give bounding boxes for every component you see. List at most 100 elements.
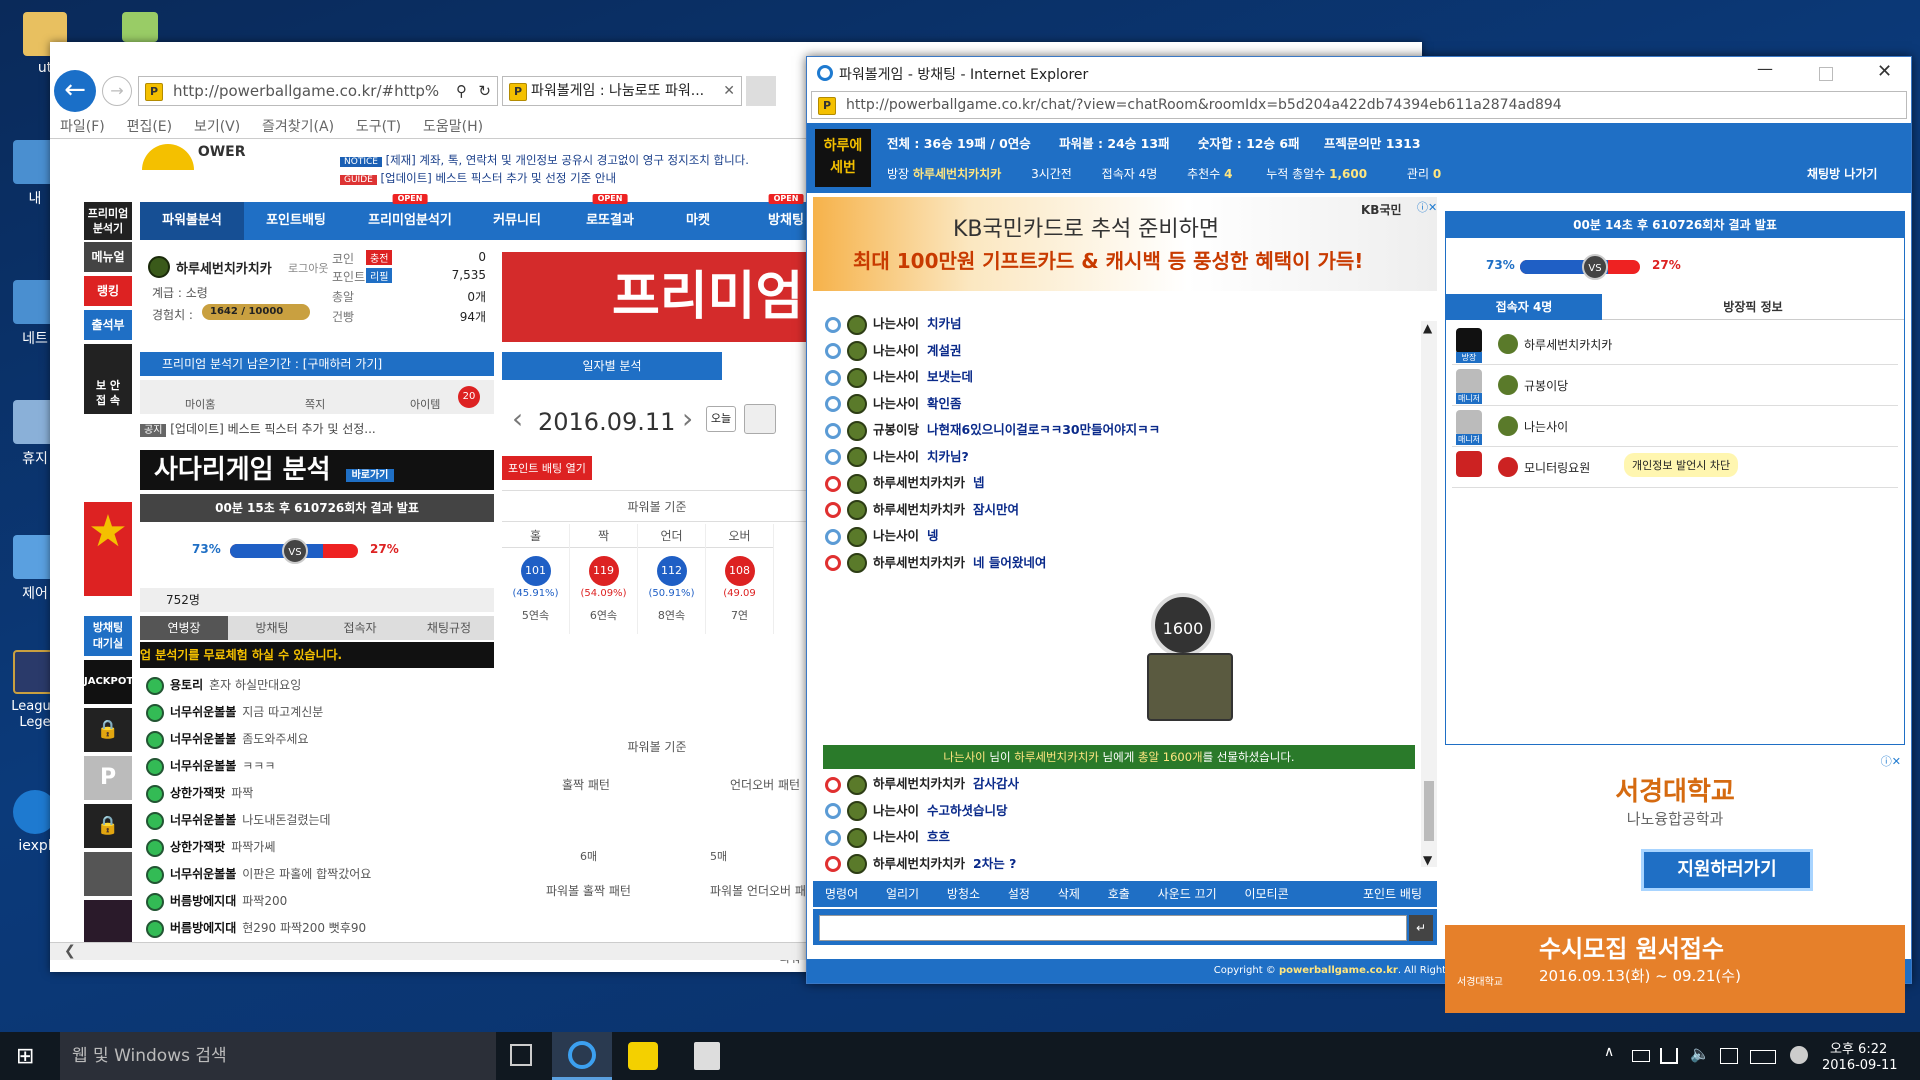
univ-apply-button[interactable]: 지원하러가기: [1641, 849, 1813, 891]
tool-point-bet[interactable]: 포인트 배팅: [1363, 881, 1422, 907]
message-nick[interactable]: 규봉이당: [873, 422, 919, 437]
premium-banner[interactable]: 프리미엄: [502, 252, 812, 342]
clock-time[interactable]: 오후 6:22: [1830, 1038, 1887, 1057]
message-nick[interactable]: 나는사이: [873, 369, 919, 384]
menu-edit[interactable]: 편집(E): [127, 119, 173, 135]
send-button[interactable]: ↵: [1409, 915, 1433, 941]
daily-tab[interactable]: 일자별 분석: [502, 352, 722, 380]
tray-battery-icon[interactable]: [1632, 1050, 1650, 1062]
chat-address-bar[interactable]: P http://powerballgame.co.kr/chat/?view=…: [811, 91, 1907, 119]
chat-nick[interactable]: 너무쉬운볼볼: [170, 732, 236, 746]
kb-ad-banner[interactable]: KB국민카드로 추석 준비하면 최대 100만원 기프트카드 & 캐시백 등 풍…: [813, 197, 1437, 291]
refresh-icon[interactable]: ↻: [478, 77, 491, 105]
user-list-item[interactable]: 모니터링요원 개인정보 발언시 차단: [1452, 447, 1898, 488]
message-nick[interactable]: 나는사이: [873, 396, 919, 411]
tool-settings[interactable]: 설정: [1008, 881, 1030, 907]
chat-input[interactable]: [819, 915, 1407, 941]
chat-tab-rooms[interactable]: 방채팅: [228, 616, 316, 640]
menu-tools[interactable]: 도구(T): [356, 119, 401, 135]
maximize-button[interactable]: [1819, 67, 1833, 81]
forward-button[interactable]: →: [102, 76, 132, 106]
guide-line[interactable]: GUIDE [업데이트] 베스트 픽스터 추가 및 선정 기준 안내: [340, 170, 616, 186]
user-list-item[interactable]: 방장 하루세번치카치카: [1452, 324, 1898, 365]
avatar-room-icon[interactable]: [84, 852, 132, 896]
taskbar-kakaotalk-icon[interactable]: [628, 1042, 658, 1070]
tray-message-icon[interactable]: [1720, 1048, 1738, 1064]
chat-scrollbar[interactable]: ▲ ▼: [1421, 321, 1437, 867]
chat-nick[interactable]: 상한가잭팟: [170, 840, 225, 854]
message-nick[interactable]: 하루세번치카치카: [873, 776, 965, 791]
item-link[interactable]: 아이템: [410, 396, 440, 412]
next-date-icon[interactable]: ›: [682, 402, 693, 435]
lock-room-icon[interactable]: 🔒: [84, 708, 132, 752]
tool-freeze[interactable]: 얼리기: [886, 881, 919, 907]
leave-room-button[interactable]: 채팅방 나가기: [1807, 165, 1877, 182]
jackpot-room-icon[interactable]: JACKPOT: [84, 660, 133, 704]
scroll-left-icon[interactable]: ❮: [64, 943, 76, 959]
tab-owner-pick[interactable]: 방장픽 정보: [1602, 294, 1904, 320]
close-tab-icon[interactable]: ✕: [723, 77, 735, 105]
notice-line[interactable]: NOTICE [제재] 계좌, 톡, 연락처 및 개인정보 공유시 경고없이 영…: [340, 152, 749, 168]
refill-button[interactable]: 리필: [366, 268, 393, 283]
premium-remaining-bar[interactable]: 프리미엄 분석기 남은기간 : [구매하러 가기]: [140, 352, 494, 376]
tool-clear[interactable]: 방청소: [947, 881, 980, 907]
tray-close-icon[interactable]: [1790, 1046, 1808, 1064]
message-nick[interactable]: 나는사이: [873, 316, 919, 331]
prev-date-icon[interactable]: ‹: [512, 402, 523, 435]
message-nick[interactable]: 하루세번치카치카: [873, 856, 965, 871]
menu-help[interactable]: 도움말(H): [423, 119, 483, 135]
chat-nick[interactable]: 너무쉬운볼볼: [170, 813, 236, 827]
ladder-go-button[interactable]: 바로가기: [345, 469, 395, 482]
ad-info-icon[interactable]: ⓘ✕: [1417, 199, 1437, 215]
address-bar[interactable]: P http://powerballgame.co.kr/#http% ⚲ ↻: [138, 76, 498, 106]
scroll-thumb[interactable]: [1424, 781, 1434, 841]
message-nick[interactable]: 나는사이: [873, 829, 919, 844]
side-chat-lobby[interactable]: 방채팅 대기실: [84, 616, 132, 656]
side-premium-analyzer[interactable]: 프리미엄 분석기: [84, 202, 132, 240]
taskbar-calculator-icon[interactable]: [694, 1042, 720, 1070]
chat-tab-rules[interactable]: 채팅규정: [404, 616, 494, 640]
task-view-icon[interactable]: [510, 1044, 532, 1066]
nav-community[interactable]: 커뮤니티: [472, 202, 562, 240]
message-nick[interactable]: 나는사이: [873, 449, 919, 464]
message-nick[interactable]: 나는사이: [873, 343, 919, 358]
lock-room-icon-2[interactable]: 🔒: [84, 804, 132, 848]
nav-lotto-result[interactable]: OPEN 로또결과: [562, 194, 658, 240]
side-secure-login[interactable]: 보 안 접 속: [84, 344, 132, 414]
start-button[interactable]: ⊞: [16, 1044, 34, 1069]
tray-keyboard-icon[interactable]: [1750, 1050, 1776, 1064]
point-bet-open-button[interactable]: 포인트 배팅 열기: [502, 456, 592, 480]
menu-view[interactable]: 보기(V): [194, 119, 240, 135]
message-nick[interactable]: 하루세번치카치카: [873, 475, 965, 490]
chat-nick[interactable]: 버름방에지대: [170, 921, 236, 935]
tab-users[interactable]: 접속자 4명: [1446, 294, 1602, 320]
desktop-icon-folder[interactable]: [105, 12, 175, 46]
clock-date[interactable]: 2016-09-11: [1822, 1058, 1898, 1073]
tray-volume-icon[interactable]: 🔈: [1690, 1044, 1710, 1063]
browser-tab[interactable]: P 파워볼게임 : 나눔로또 파워... ✕: [502, 76, 742, 106]
message-nick[interactable]: 나는사이: [873, 803, 919, 818]
nav-premium-analyzer[interactable]: OPEN 프리미엄분석기: [348, 194, 472, 240]
charge-button[interactable]: 충전: [366, 250, 393, 265]
minimize-button[interactable]: —: [1757, 59, 1773, 78]
new-tab-button[interactable]: [746, 76, 776, 106]
tool-sound-off[interactable]: 사운드 끄기: [1158, 881, 1217, 907]
site-logo[interactable]: OWER: [142, 144, 262, 170]
close-window-button[interactable]: ✕: [1877, 61, 1892, 82]
nav-powerball-analysis[interactable]: 파워볼분석: [140, 202, 244, 240]
tool-delete[interactable]: 삭제: [1058, 881, 1080, 907]
nav-point-betting[interactable]: 포인트배팅: [244, 202, 348, 240]
univ-ad-info-icon[interactable]: ⓘ✕: [1881, 753, 1901, 769]
chat-nick[interactable]: 용토리: [170, 678, 203, 692]
myhome-link[interactable]: 마이홈: [185, 396, 215, 412]
back-button[interactable]: ←: [54, 70, 96, 112]
taskbar-ie-icon[interactable]: [552, 1032, 612, 1080]
tool-call[interactable]: 호출: [1108, 881, 1130, 907]
tool-commands[interactable]: 명령어: [825, 881, 858, 907]
chat-nick[interactable]: 너무쉬운볼볼: [170, 705, 236, 719]
logout-link[interactable]: 로그아웃: [288, 260, 328, 276]
chat-nick[interactable]: 버름방에지대: [170, 894, 236, 908]
tool-emoticon[interactable]: 이모티콘: [1244, 881, 1288, 907]
search-icon[interactable]: ⚲: [456, 77, 467, 105]
small-notice[interactable]: 공지 [업데이트] 베스트 픽스터 추가 및 선정...: [140, 418, 494, 440]
